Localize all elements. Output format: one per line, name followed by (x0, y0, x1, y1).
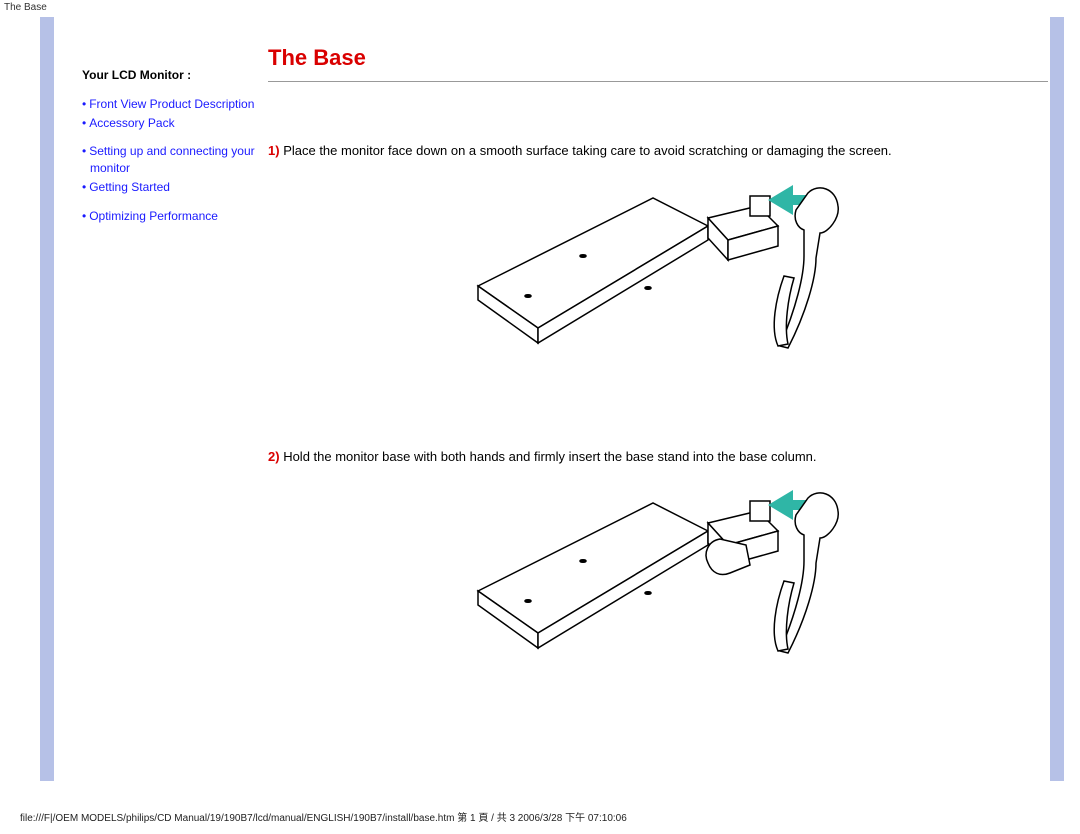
bullet-icon: • (82, 116, 86, 130)
sidebar-item-label: Optimizing Performance (89, 209, 218, 223)
step-number: 1) (268, 143, 280, 158)
title-rule (268, 81, 1048, 82)
step-1: 1) Place the monitor face down on a smoo… (268, 142, 1048, 160)
footer-path: file:///F|/OEM MODELS/philips/CD Manual/… (20, 809, 1060, 824)
sidebar-item-label: Accessory Pack (89, 116, 174, 130)
bullet-icon: • (82, 209, 86, 223)
step-2: 2) Hold the monitor base with both hands… (268, 448, 1048, 466)
bullet-icon: • (82, 97, 86, 111)
step-text: Place the monitor face down on a smooth … (283, 143, 891, 158)
sidebar-item-label: Setting up and connecting your monitor (89, 144, 254, 175)
sidebar-link-setup-connect[interactable]: •Setting up and connecting your monitor (82, 143, 262, 177)
sidebar-group-3: •Optimizing Performance (82, 208, 262, 225)
bullet-icon: • (82, 180, 86, 194)
illustration-2-wrap (268, 483, 1048, 673)
illustration-1-wrap (268, 178, 1048, 368)
page-outer: Your LCD Monitor : •Front View Product D… (0, 17, 1080, 781)
sidebar-link-accessory-pack[interactable]: •Accessory Pack (82, 115, 262, 132)
left-decor-stripe (40, 17, 54, 781)
illustration-monitor-base-insert-1 (458, 178, 858, 368)
bullet-icon: • (82, 144, 86, 158)
sidebar-link-front-view[interactable]: •Front View Product Description (82, 96, 262, 113)
sidebar-link-optimizing[interactable]: •Optimizing Performance (82, 208, 262, 225)
page-title: The Base (268, 45, 1048, 71)
sidebar-link-getting-started[interactable]: •Getting Started (82, 179, 262, 196)
sidebar-item-label: Getting Started (89, 180, 170, 194)
sidebar-group-1: •Front View Product Description •Accesso… (82, 96, 262, 132)
browser-tab-title: The Base (0, 0, 1080, 15)
step-text: Hold the monitor base with both hands an… (283, 449, 816, 464)
sidebar-title: Your LCD Monitor : (82, 67, 262, 84)
sidebar-group-2: •Setting up and connecting your monitor … (82, 143, 262, 195)
main-column: The Base 1) Place the monitor face down … (268, 45, 1048, 673)
sidebar: Your LCD Monitor : •Front View Product D… (82, 67, 262, 237)
step-number: 2) (268, 449, 280, 464)
content-area: Your LCD Monitor : •Front View Product D… (60, 17, 1080, 781)
sidebar-item-label: Front View Product Description (89, 97, 254, 111)
illustration-monitor-base-insert-2 (458, 483, 858, 673)
